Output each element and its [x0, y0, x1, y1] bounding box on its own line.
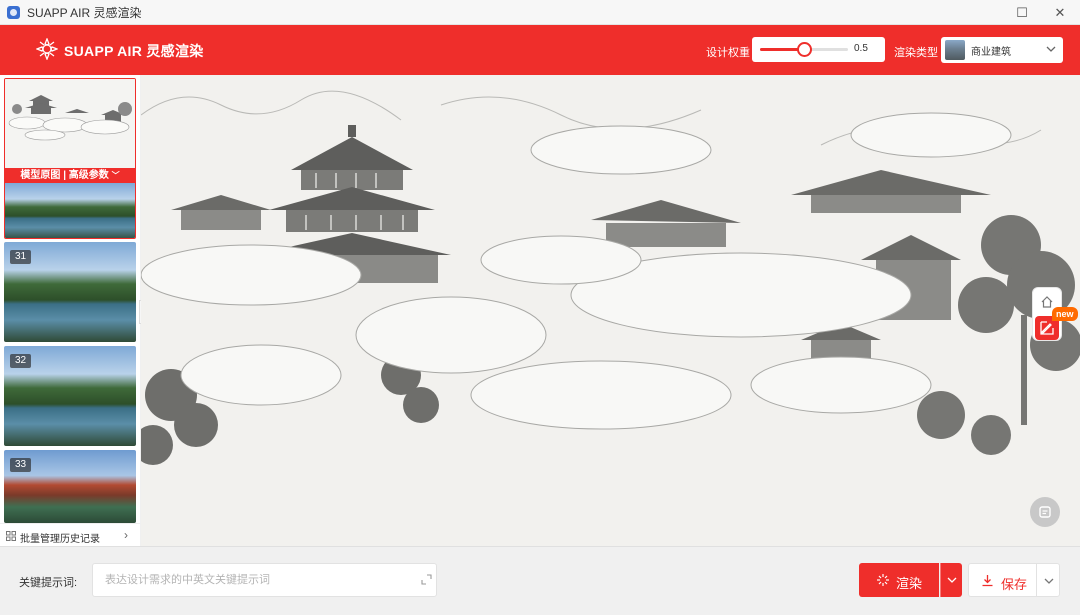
- prompt-bar: 关键提示词: 渲染 保存: [0, 546, 1080, 615]
- chevron-right-icon: ›: [124, 528, 128, 542]
- window-titlebar: SUAPP AIR 灵感渲染 ☐ ✕: [0, 0, 1080, 25]
- sketch-preview: [5, 79, 135, 168]
- history-thumbnail[interactable]: 31: [4, 242, 136, 342]
- sparkle-icon: [877, 574, 889, 586]
- keyword-input[interactable]: [92, 563, 437, 597]
- chevron-down-icon: ﹀: [111, 171, 120, 180]
- render-canvas[interactable]: [141, 75, 1080, 546]
- model-original-advanced-label[interactable]: 模型原图 | 高级参数 ﹀: [5, 168, 135, 183]
- chevron-down-icon: [947, 577, 957, 583]
- history-thumbnail[interactable]: 32: [4, 346, 136, 446]
- save-label: 保存: [1001, 577, 1028, 592]
- chevron-down-icon: [1044, 578, 1054, 584]
- render-options-dropdown[interactable]: [940, 563, 962, 597]
- keyword-label: 关键提示词:: [19, 577, 78, 589]
- design-weight-label: 设计权重: [706, 47, 750, 59]
- render-type-value: 商业建筑: [971, 47, 1011, 58]
- home-icon[interactable]: [1039, 294, 1055, 310]
- design-weight-slider[interactable]: [760, 42, 848, 57]
- grid-icon: [6, 531, 16, 541]
- save-options-dropdown[interactable]: [1036, 563, 1060, 597]
- history-thumbnail[interactable]: 33: [4, 450, 136, 523]
- render-button[interactable]: 渲染: [859, 563, 939, 597]
- design-weight-control: 0.5: [752, 37, 885, 62]
- app-icon: [7, 5, 20, 19]
- maximize-icon[interactable]: ☐: [1004, 0, 1040, 25]
- thumbnail-number: 31: [10, 250, 32, 264]
- render-label: 渲染: [896, 576, 923, 591]
- new-badge: new: [1052, 307, 1078, 321]
- app-header: SUAPP AIR 灵感渲染 设计权重 0.5 渲染类型 商业建筑: [0, 25, 1080, 75]
- thumbnail-number: 33: [10, 458, 32, 472]
- design-weight-thumb[interactable]: [797, 42, 812, 57]
- render-result-preview: [5, 183, 135, 238]
- window-title: SUAPP AIR 灵感渲染: [27, 5, 142, 20]
- chat-icon: [1039, 506, 1051, 518]
- thumbnail-number: 32: [10, 354, 32, 368]
- chevron-down-icon: [1046, 46, 1056, 52]
- model-original-thumbnail[interactable]: 模型原图 | 高级参数 ﹀: [4, 78, 136, 239]
- design-weight-value: 0.5: [854, 43, 868, 54]
- history-sidebar: 模型原图 | 高级参数 ﹀ 31 32 33 批量管理历史记录 ›: [0, 75, 140, 547]
- render-type-select[interactable]: 商业建筑: [941, 37, 1063, 63]
- brand-title: SUAPP AIR 灵感渲染: [64, 43, 204, 59]
- close-icon[interactable]: ✕: [1042, 0, 1078, 25]
- chat-button[interactable]: [1030, 497, 1060, 527]
- save-button[interactable]: 保存: [968, 563, 1036, 597]
- download-icon: [982, 575, 993, 587]
- batch-history-manager[interactable]: 批量管理历史记录 ›: [0, 523, 140, 547]
- render-type-label: 渲染类型: [894, 47, 938, 59]
- render-type-thumbnail: [945, 40, 965, 60]
- logo-icon: [36, 38, 58, 60]
- sketch-image: [141, 75, 1080, 546]
- batch-history-label: 批量管理历史记录: [20, 534, 100, 545]
- expand-icon[interactable]: [421, 574, 432, 585]
